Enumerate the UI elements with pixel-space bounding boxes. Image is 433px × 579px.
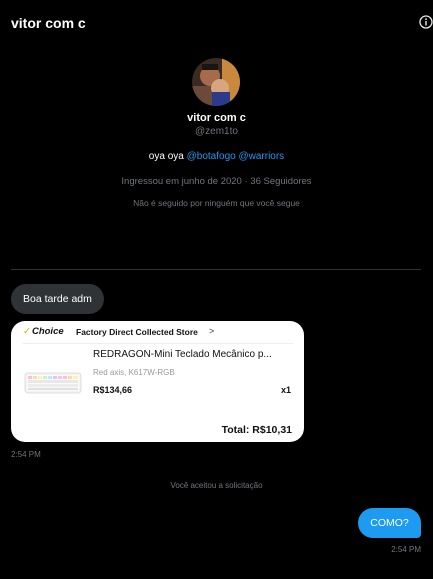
message-bubble-incoming[interactable]: Boa tarde adm [11, 284, 104, 314]
chevron-right-icon[interactable]: > [209, 326, 214, 336]
profile-avatar[interactable] [192, 58, 240, 106]
message-timestamp: 2:54 PM [11, 450, 41, 459]
product-quantity: x1 [281, 385, 292, 395]
message-timestamp: 2:54 PM [391, 545, 421, 554]
profile-not-followed-note: Não é seguido por ninguém que você segue [133, 198, 300, 208]
profile-bio: oya oya @botafogo @warriors [0, 151, 433, 162]
profile-joined-followers: Ingressou em junho de 2020 · 36 Seguidor… [121, 176, 312, 187]
message-bubble-outgoing[interactable]: COMO? [358, 508, 421, 538]
check-icon: ✓ [23, 326, 31, 337]
choice-badge: ✓Choice [23, 326, 64, 337]
mention-warriors[interactable]: @warriors [238, 151, 284, 162]
card-divider [23, 343, 293, 344]
conversation-title: vitor com c [11, 15, 86, 31]
mention-botafogo[interactable]: @botafogo [187, 151, 236, 162]
system-notice: Você aceitou a solicitação [170, 481, 263, 490]
product-variant: Red axis, K617W-RGB [93, 368, 175, 377]
info-icon[interactable] [419, 15, 433, 29]
order-total: Total: R$10,31 [221, 424, 292, 436]
product-price: R$134,66 [93, 385, 133, 395]
profile-name[interactable]: vitor com c [0, 112, 433, 124]
keyboard-thumbnail [23, 353, 83, 413]
product-name[interactable]: REDRAGON-Mini Teclado Mecânico p... [93, 349, 293, 360]
product-card[interactable]: ✓Choice Factory Direct Collected Store >… [11, 321, 304, 442]
bio-text: oya oya [148, 151, 184, 162]
divider [11, 269, 421, 270]
store-name[interactable]: Factory Direct Collected Store [76, 327, 198, 337]
profile-handle: @zem1to [195, 126, 238, 137]
conversation-header: vitor com c [0, 0, 433, 44]
